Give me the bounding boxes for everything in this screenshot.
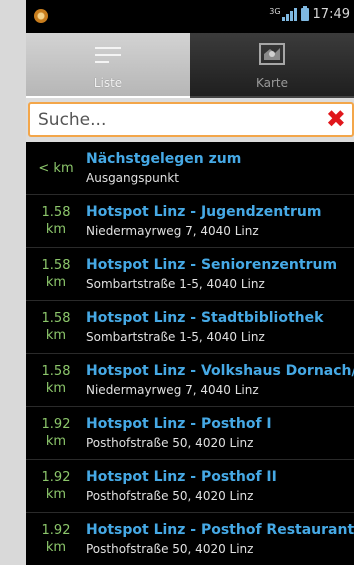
item-title: Hotspot Linz - Posthof II — [86, 468, 277, 485]
distance: 1.92 km — [41, 417, 71, 449]
item-address: Niedermayrweg 7, 4040 Linz — [86, 223, 259, 238]
network-type: 3G — [269, 7, 281, 16]
list-item[interactable]: 1.92 km Hotspot Linz - Posthof I Posthofst… — [26, 407, 354, 460]
list-item[interactable]: 1.92 km Hotspot Linz - Posthof Restaurant… — [26, 513, 354, 565]
distance: 1.58 km — [41, 364, 71, 396]
tab-liste-label: Liste — [93, 76, 123, 90]
clock: 17:49 — [312, 7, 350, 22]
close-icon[interactable]: ✖ — [326, 105, 346, 133]
item-address: Niedermayrweg 7, 4040 Linz — [86, 382, 259, 397]
item-address: Sombartstraße 1-5, 4040 Linz — [86, 329, 265, 344]
item-address: Posthofstraße 50, 4020 Linz — [86, 488, 254, 503]
item-title: Hotspot Linz - Volkshaus Dornach/ — [86, 362, 354, 379]
tab-bar: Liste Karte — [26, 33, 354, 98]
map-icon — [259, 43, 285, 65]
item-address: Posthofstraße 50, 4020 Linz — [86, 435, 254, 450]
item-title: Hotspot Linz - Jugendzentrum — [86, 203, 322, 220]
signal-icon — [281, 8, 297, 21]
item-title: Hotspot Linz - Stadtbibliothek — [86, 309, 324, 326]
item-title: Hotspot Linz - Posthof I — [86, 415, 272, 432]
battery-icon — [300, 6, 309, 21]
distance: 1.58 km — [41, 258, 71, 290]
search-box: ✖ — [28, 102, 354, 137]
app-notification-icon — [34, 9, 48, 23]
distance: 1.92 km — [41, 523, 71, 555]
search-bar: ✖ — [26, 98, 354, 142]
list-item[interactable]: 1.58 km Hotspot Linz - Volkshaus Dornach/… — [26, 354, 354, 407]
distance: < km — [38, 160, 74, 176]
distance: 1.92 km — [41, 470, 71, 502]
list-item[interactable]: 1.58 km Hotspot Linz - Jugendzentrum Niede… — [26, 195, 354, 248]
status-bar: 3G 17:49 — [26, 0, 354, 33]
list-item[interactable]: < km Nächstgelegen zum Ausgangspunkt — [26, 142, 354, 195]
tab-karte[interactable]: Karte — [190, 33, 354, 98]
item-title: Nächstgelegen zum — [86, 150, 242, 167]
search-input[interactable] — [30, 104, 300, 135]
item-address: Ausgangspunkt — [86, 170, 179, 185]
list-item[interactable]: 1.92 km Hotspot Linz - Posthof II Posthofs… — [26, 460, 354, 513]
list-icon — [95, 47, 121, 63]
item-address: Posthofstraße 50, 4020 Linz — [86, 541, 254, 556]
list-item[interactable]: 1.58 km Hotspot Linz - Stadtbibliothek Som… — [26, 301, 354, 354]
item-address: Sombartstraße 1-5, 4040 Linz — [86, 276, 265, 291]
item-title: Hotspot Linz - Seniorenzentrum — [86, 256, 338, 273]
status-right: 3G 17:49 — [269, 6, 350, 22]
item-title: Hotspot Linz - Posthof Restaurant — [86, 521, 354, 538]
hotspot-list: < km Nächstgelegen zum Ausgangspunkt 1.58… — [26, 142, 354, 565]
list-item[interactable]: 1.58 km Hotspot Linz - Seniorenzentrum Som… — [26, 248, 354, 301]
distance: 1.58 km — [41, 205, 71, 237]
distance: 1.58 km — [41, 311, 71, 343]
tab-liste[interactable]: Liste — [26, 33, 190, 98]
tab-karte-label: Karte — [255, 76, 289, 90]
phone-screen: 3G 17:49 Liste Karte Suche... ✖ < km Näc… — [26, 0, 354, 565]
